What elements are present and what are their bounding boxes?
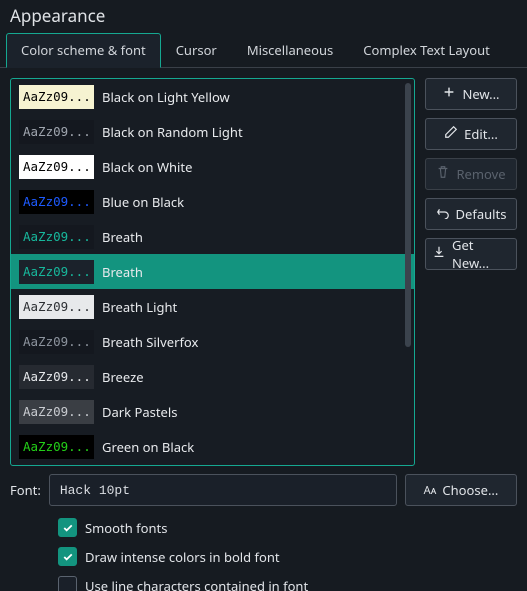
scheme-sample: AaZz09... (19, 85, 94, 109)
trash-icon (436, 165, 450, 183)
scheme-label: Black on White (102, 158, 192, 176)
scrollbar[interactable] (405, 83, 411, 347)
scheme-label: Breath Light (102, 298, 177, 316)
scheme-item[interactable]: AaZz09... Breath (11, 219, 414, 254)
scheme-sample: AaZz09... (19, 225, 94, 249)
remove-button: Remove (425, 158, 517, 190)
scheme-label: Black on Light Yellow (102, 88, 230, 106)
scheme-item[interactable]: AaZz09... Breeze (11, 359, 414, 394)
checkbox-icon (58, 547, 77, 566)
font-input[interactable]: Hack 10pt (49, 474, 397, 506)
checkbox-icon (58, 518, 77, 537)
scheme-item[interactable]: AaZz09... Black on White (11, 149, 414, 184)
tab-complex-text-layout[interactable]: Complex Text Layout (348, 33, 505, 68)
check-line-characters[interactable]: Use line characters contained in font (58, 576, 517, 591)
tab-miscellaneous[interactable]: Miscellaneous (232, 33, 348, 68)
choose-font-button[interactable]: Aᴀ Choose... (405, 474, 517, 506)
scheme-label: Breath Silverfox (102, 333, 198, 351)
scheme-sample: AaZz09... (19, 365, 94, 389)
scheme-item[interactable]: AaZz09... Breath Light (11, 289, 414, 324)
scheme-label: Dark Pastels (102, 403, 177, 421)
defaults-button[interactable]: Defaults (425, 198, 517, 230)
tab-color-scheme-font[interactable]: Color scheme & font (6, 33, 161, 68)
scheme-label: Black on Random Light (102, 123, 243, 141)
edit-button[interactable]: Edit... (425, 118, 517, 150)
scheme-item[interactable]: AaZz09... Breath Silverfox (11, 324, 414, 359)
scheme-sample: AaZz09... (19, 190, 94, 214)
check-smooth-fonts[interactable]: Smooth fonts (58, 518, 517, 537)
new-button[interactable]: New... (425, 78, 517, 110)
undo-icon (436, 205, 450, 223)
font-icon: Aᴀ (424, 483, 437, 498)
scheme-sample: AaZz09... (19, 400, 94, 424)
tab-strip: Color scheme & font Cursor Miscellaneous… (0, 35, 527, 68)
scheme-item[interactable]: AaZz09... Dark Pastels (11, 394, 414, 429)
scheme-label: Breeze (102, 368, 144, 386)
check-bold-intense[interactable]: Draw intense colors in bold font (58, 547, 517, 566)
download-icon (432, 245, 446, 263)
scheme-item[interactable]: AaZz09... Black on Random Light (11, 114, 414, 149)
scheme-item[interactable]: AaZz09... Green on Black (11, 429, 414, 464)
scheme-sample: AaZz09... (19, 295, 94, 319)
checkbox-icon (58, 576, 77, 591)
scheme-sample: AaZz09... (19, 330, 94, 354)
scheme-item[interactable]: AaZz09... Black on Light Yellow (11, 79, 414, 114)
font-label: Font: (10, 481, 41, 499)
color-scheme-list[interactable]: AaZz09... Black on Light Yellow AaZz09... B… (10, 78, 415, 466)
scheme-actions: New... Edit... Remove Defaults Get New..… (425, 78, 517, 466)
scheme-label: Green on Black (102, 438, 194, 456)
scheme-sample: AaZz09... (19, 155, 94, 179)
scheme-sample: AaZz09... (19, 260, 94, 284)
scheme-sample: AaZz09... (19, 120, 94, 144)
plus-icon (442, 85, 456, 103)
scheme-item[interactable]: AaZz09... Blue on Black (11, 184, 414, 219)
tab-cursor[interactable]: Cursor (161, 33, 232, 68)
scheme-label: Blue on Black (102, 193, 184, 211)
scheme-sample: AaZz09... (19, 435, 94, 459)
get-new-button[interactable]: Get New... (425, 238, 517, 270)
scheme-label: Breath (102, 228, 143, 246)
page-title: Appearance (0, 0, 527, 35)
scheme-label: Breath (102, 263, 143, 281)
pencil-icon (444, 125, 458, 143)
scheme-item[interactable]: AaZz09... Breath (11, 254, 414, 289)
